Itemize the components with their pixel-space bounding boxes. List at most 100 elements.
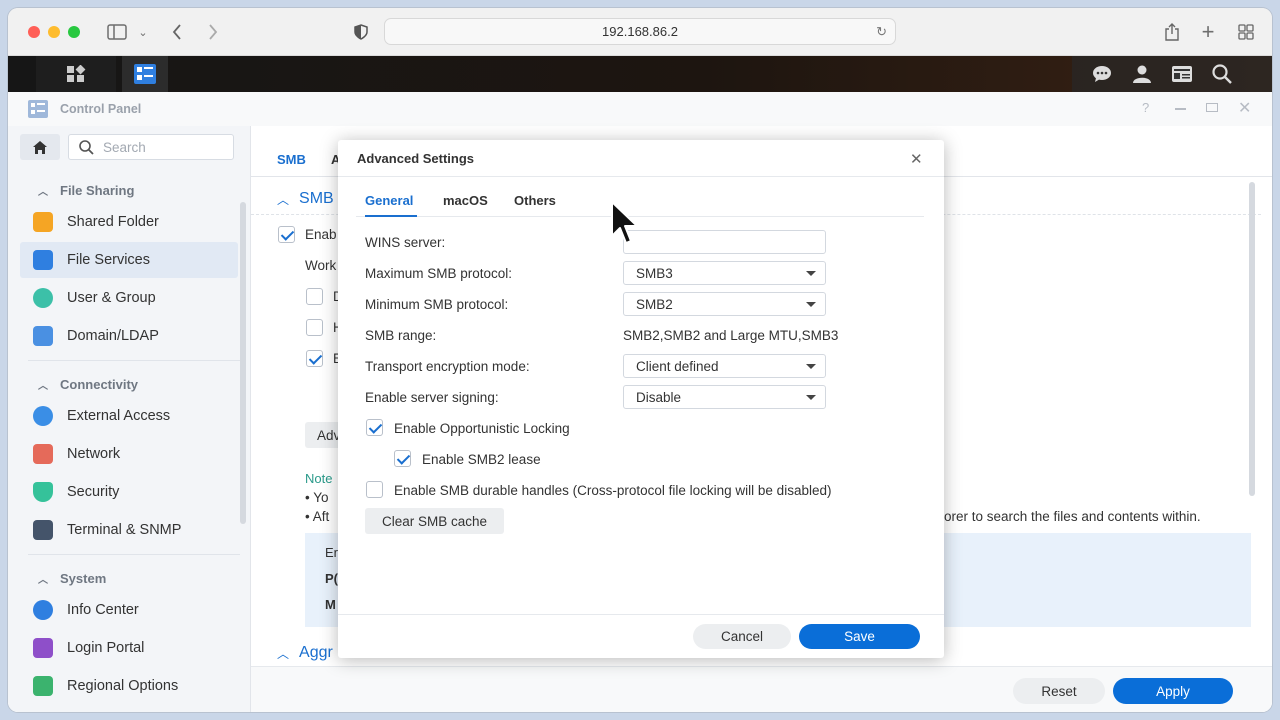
close-icon[interactable]: ✕	[910, 150, 923, 168]
divider	[28, 360, 240, 361]
taskbar-control-panel-button[interactable]	[122, 56, 168, 92]
enable-smb-label: Enab	[305, 227, 337, 242]
chevron-down-icon	[806, 271, 816, 276]
durable-handles-checkbox[interactable]	[366, 481, 383, 498]
cancel-button[interactable]: Cancel	[693, 624, 791, 649]
url-text: 192.168.86.2	[602, 24, 678, 39]
transport-encryption-select[interactable]: Client defined	[623, 354, 826, 378]
dialog-title: Advanced Settings	[357, 151, 475, 166]
minimize-icon[interactable]	[1175, 108, 1186, 110]
forward-icon[interactable]	[204, 20, 222, 44]
main-menu-button[interactable]	[36, 56, 116, 92]
reload-icon[interactable]: ↻	[876, 24, 887, 40]
smb2-lease-label: Enable SMB2 lease	[422, 452, 541, 467]
reset-button[interactable]: Reset	[1013, 678, 1105, 704]
browser-toolbar: ⌄ 192.168.86.2 ↻ +	[8, 8, 1272, 56]
users-icon	[33, 288, 53, 308]
enable-smb-checkbox[interactable]	[278, 226, 295, 243]
workgroup-label: Work	[305, 258, 337, 273]
tab-smb[interactable]: SMB	[277, 152, 306, 167]
note-label: Note	[305, 471, 333, 486]
sidebar-item-external-access[interactable]: External Access	[20, 398, 238, 434]
sidebar-item-security[interactable]: Security	[20, 474, 238, 510]
globe-icon	[33, 406, 53, 426]
sidebar-item-user-group[interactable]: User & Group	[20, 280, 238, 316]
server-signing-select[interactable]: Disable	[623, 385, 826, 409]
sidebar-item-domain-ldap[interactable]: Domain/LDAP	[20, 318, 238, 354]
sidebar-item-label: Login Portal	[67, 640, 145, 656]
sidebar-item-login-portal[interactable]: Login Portal	[20, 630, 238, 666]
sidebar-item-file-services[interactable]: File Services	[20, 242, 238, 278]
home-button[interactable]	[20, 134, 60, 160]
file-services-icon	[33, 250, 53, 270]
info-line: P(	[325, 571, 338, 586]
active-tab-indicator	[365, 215, 417, 217]
smb2-lease-checkbox[interactable]	[394, 450, 411, 467]
note-bullet: • Aft	[305, 509, 330, 524]
zoom-window-button[interactable]	[68, 26, 80, 38]
sidebar-toggle-icon[interactable]	[106, 20, 128, 44]
close-window-button[interactable]	[28, 26, 40, 38]
mouse-cursor-icon	[611, 201, 638, 244]
tab-general[interactable]: General	[365, 193, 413, 208]
wins-server-input[interactable]	[623, 230, 826, 254]
privacy-shield-icon[interactable]	[352, 20, 370, 44]
back-icon[interactable]	[168, 20, 186, 44]
new-tab-icon[interactable]: +	[1198, 19, 1218, 44]
minimize-window-button[interactable]	[48, 26, 60, 38]
section-smb-header[interactable]: ︿ SMB	[277, 190, 334, 208]
tab-overview-icon[interactable]	[1236, 20, 1256, 44]
window-titlebar: Control Panel ? ✕	[8, 92, 1272, 126]
wins-server-label: WINS server:	[365, 235, 446, 250]
search-placeholder: Search	[103, 139, 146, 155]
section-title: SMB	[299, 190, 334, 207]
select-value: SMB3	[636, 265, 673, 281]
max-smb-protocol-select[interactable]: SMB3	[623, 261, 826, 285]
save-button[interactable]: Save	[799, 624, 920, 649]
sidebar-scrollbar[interactable]	[240, 202, 246, 524]
sidebar-item-label: User & Group	[67, 290, 156, 306]
section-system[interactable]: ︿ System	[20, 571, 106, 586]
section-connectivity[interactable]: ︿ Connectivity	[20, 377, 138, 392]
section-file-sharing[interactable]: ︿ File Sharing	[20, 183, 134, 198]
clear-smb-cache-button[interactable]: Clear SMB cache	[365, 508, 504, 534]
control-panel-icon	[28, 100, 48, 118]
sidebar-item-terminal-snmp[interactable]: Terminal & SNMP	[20, 512, 238, 548]
share-icon[interactable]	[1162, 20, 1182, 44]
option-checkbox[interactable]	[306, 288, 323, 305]
sidebar-item-info-center[interactable]: Info Center	[20, 592, 238, 628]
user-icon[interactable]	[1128, 56, 1156, 92]
sidebar-item-regional-options[interactable]: Regional Options	[20, 668, 238, 704]
tab-others[interactable]: Others	[514, 193, 556, 208]
sidebar-item-shared-folder[interactable]: Shared Folder	[20, 204, 238, 240]
main-scrollbar[interactable]	[1249, 182, 1255, 496]
chevron-down-icon[interactable]: ⌄	[136, 20, 150, 44]
option-checkbox[interactable]	[306, 319, 323, 336]
apply-button[interactable]: Apply	[1113, 678, 1233, 704]
shield-icon	[33, 482, 53, 502]
min-smb-protocol-label: Minimum SMB protocol:	[365, 297, 509, 312]
help-icon[interactable]: ?	[1142, 100, 1149, 115]
option-checkbox[interactable]	[306, 350, 323, 367]
chevron-up-icon: ︿	[38, 575, 48, 586]
section-title: System	[60, 571, 107, 586]
divider	[338, 614, 944, 615]
section-aggregation-header[interactable]: ︿ Aggr	[277, 644, 333, 662]
address-bar[interactable]: 192.168.86.2 ↻	[384, 18, 896, 45]
id-card-icon	[33, 326, 53, 346]
sidebar-item-label: File Services	[67, 252, 150, 268]
tab-macos[interactable]: macOS	[443, 193, 488, 208]
max-smb-protocol-label: Maximum SMB protocol:	[365, 266, 513, 281]
chat-icon[interactable]	[1088, 56, 1116, 92]
sidebar-item-network[interactable]: Network	[20, 436, 238, 472]
close-icon[interactable]: ✕	[1238, 98, 1251, 118]
maximize-icon[interactable]	[1206, 103, 1218, 112]
search-input[interactable]: Search	[68, 134, 234, 160]
min-smb-protocol-select[interactable]: SMB2	[623, 292, 826, 316]
search-icon[interactable]	[1208, 56, 1236, 92]
sidebar-item-label: External Access	[67, 408, 171, 424]
folder-icon	[33, 212, 53, 232]
widgets-icon[interactable]	[1168, 56, 1196, 92]
opportunistic-locking-checkbox[interactable]	[366, 419, 383, 436]
opportunistic-locking-label: Enable Opportunistic Locking	[394, 421, 570, 436]
